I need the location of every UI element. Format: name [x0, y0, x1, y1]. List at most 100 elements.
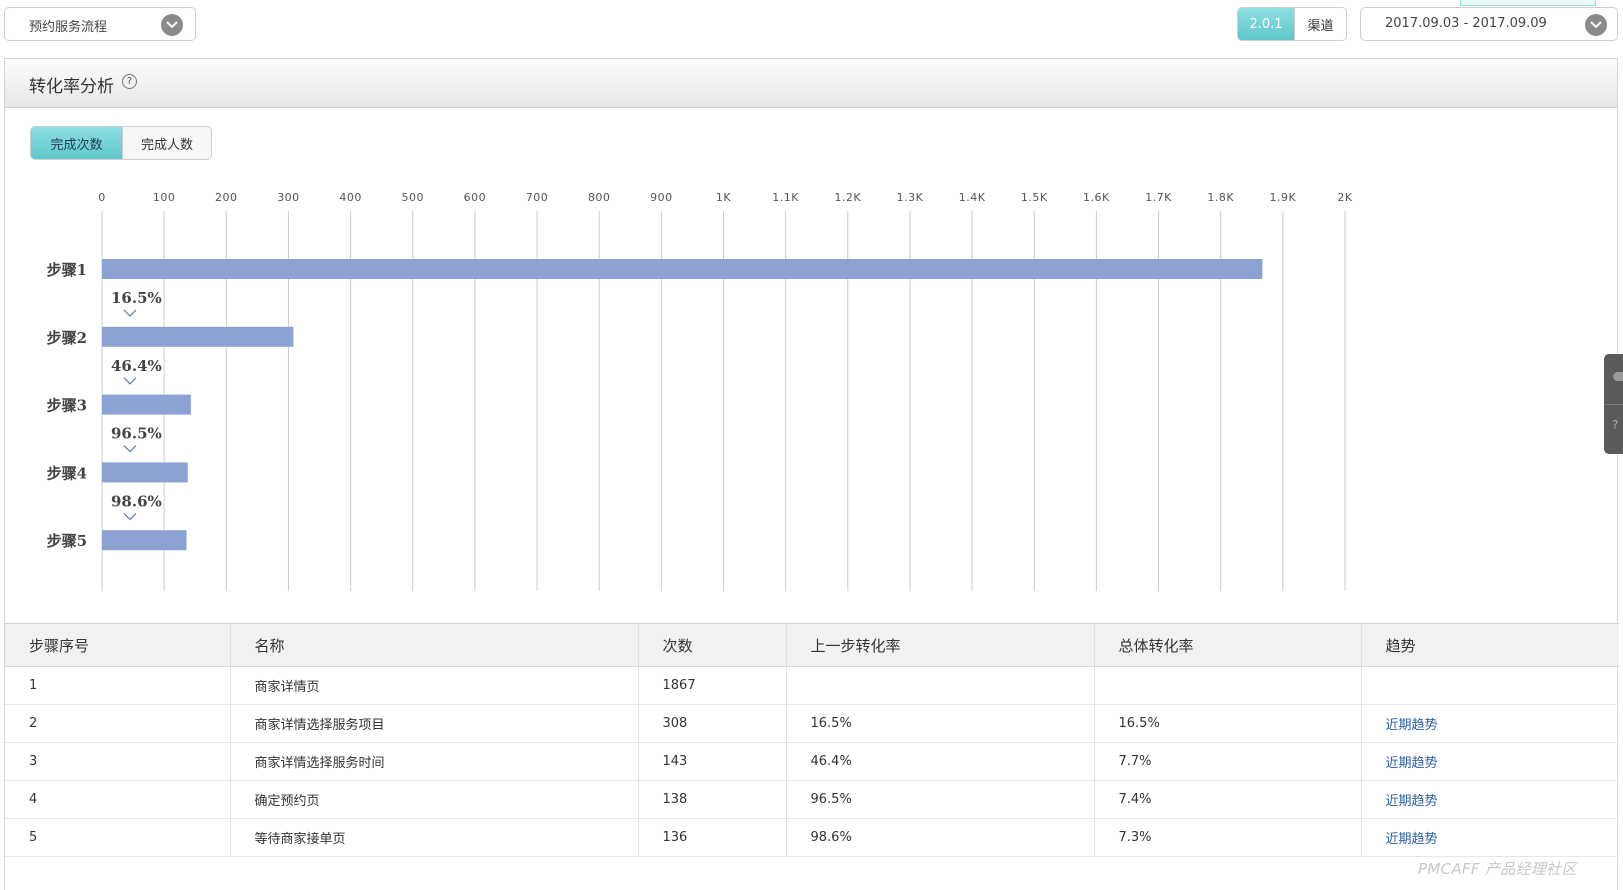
chevron-down-icon	[123, 512, 137, 521]
column-header: 步骤序号	[5, 623, 231, 667]
table-row: 5 等待商家接单页 136 98.6% 7.3% 近期趋势	[5, 818, 1619, 857]
tab-completion-count[interactable]: 完成次数	[31, 127, 122, 159]
chat-icon[interactable]	[1613, 372, 1623, 381]
y-category-label: 步骤4	[47, 464, 87, 482]
trend-link[interactable]: 近期趋势	[1361, 818, 1619, 857]
x-tick-label: 400	[339, 191, 362, 204]
trend-link[interactable]: 近期趋势	[1361, 704, 1619, 743]
bar	[102, 394, 191, 415]
table-header-row: 步骤序号 名称 次数 上一步转化率 总体转化率 趋势	[5, 623, 1619, 667]
column-header: 名称	[230, 623, 639, 667]
table-cell: 308	[638, 704, 787, 743]
table-cell: 138	[638, 780, 787, 819]
table-cell: 7.3%	[1094, 818, 1362, 857]
x-tick-label: 100	[153, 191, 176, 204]
column-header: 上一步转化率	[786, 623, 1095, 667]
help-icon[interactable]: ?	[122, 74, 137, 89]
app-root: 预约服务流程 2.0.1 渠道 2017.09.03 - 2017.09.09 …	[0, 0, 1623, 890]
table-cell: 16.5%	[786, 704, 1095, 743]
y-category-label: 步骤1	[47, 261, 87, 279]
conversion-panel: 转化率分析 ? 完成次数 完成人数 0 100 200 300 400 500 600 700…	[4, 58, 1619, 890]
x-tick-label: 1.2K	[834, 191, 861, 204]
table-body: 1 商家详情页 1867 2 商家详情选择服务项目 308 16.5% 16.5% 近期趋势 3 商…	[5, 666, 1619, 857]
table-cell	[786, 666, 1095, 705]
table-row: 2 商家详情选择服务项目 308 16.5% 16.5% 近期趋势	[5, 704, 1619, 743]
table-cell: 确定预约页	[230, 780, 639, 819]
table-cell: 143	[638, 742, 787, 781]
x-tick-label: 300	[277, 191, 300, 204]
conversion-rate-label: 16.5%	[111, 289, 162, 307]
table-cell: 7.4%	[1094, 780, 1362, 819]
conversion-rate-label: 98.6%	[111, 492, 162, 510]
column-header: 总体转化率	[1094, 623, 1362, 667]
x-tick-label: 1.1K	[772, 191, 799, 204]
table-cell: 98.6%	[786, 818, 1095, 857]
x-tick-label: 1.3K	[897, 191, 924, 204]
x-tick-label: 2K	[1337, 191, 1352, 204]
watermark: PMCAFF 产品经理社区	[1418, 860, 1577, 878]
chevron-down-icon[interactable]	[161, 14, 183, 36]
table-cell: 3	[5, 742, 231, 781]
x-tick-label: 1.5K	[1021, 191, 1048, 204]
x-tick-label: 1.8K	[1207, 191, 1234, 204]
table-cell: 4	[5, 780, 231, 819]
x-tick-label: 1.4K	[959, 191, 986, 204]
chevron-down-icon[interactable]	[1585, 14, 1607, 36]
side-widget-divider	[1604, 404, 1623, 405]
version-button[interactable]: 2.0.1	[1238, 8, 1294, 40]
tab-completion-users[interactable]: 完成人数	[122, 127, 211, 159]
steps-table-wrap: 步骤序号 名称 次数 上一步转化率 总体转化率 趋势 1 商家详情页 1867 2 商家详情选择服…	[5, 623, 1619, 857]
table-cell: 46.4%	[786, 742, 1095, 781]
help-icon[interactable]: ?	[1612, 418, 1618, 432]
x-tick-label: 1.9K	[1269, 191, 1296, 204]
top-tab[interactable]	[1460, 0, 1596, 6]
bar	[102, 259, 1263, 279]
table-cell: 136	[638, 818, 787, 857]
bar	[102, 530, 187, 551]
flow-select-label: 预约服务流程	[29, 20, 108, 35]
x-tick-label: 1K	[716, 191, 731, 204]
table-cell: 96.5%	[786, 780, 1095, 819]
table-cell: 16.5%	[1094, 704, 1362, 743]
side-widget[interactable]: ?	[1604, 354, 1623, 454]
conversion-rate-label: 96.5%	[111, 425, 162, 443]
chevron-down-icon	[123, 377, 137, 385]
y-category-label: 步骤2	[47, 329, 87, 347]
chevron-down-icon	[123, 445, 137, 453]
trend-link[interactable]: 近期趋势	[1361, 742, 1619, 781]
panel-title: 转化率分析	[29, 77, 114, 97]
x-tick-label: 1.7K	[1145, 191, 1172, 204]
flow-select[interactable]: 预约服务流程	[4, 7, 196, 41]
trend-link[interactable]: 近期趋势	[1361, 780, 1619, 819]
x-tick-label: 0	[98, 191, 106, 204]
table-cell: 商家详情选择服务项目	[230, 704, 639, 743]
table-cell: 商家详情选择服务时间	[230, 742, 639, 781]
table-cell: 7.7%	[1094, 742, 1362, 781]
table-cell	[1094, 666, 1362, 705]
table-row: 3 商家详情选择服务时间 143 46.4% 7.7% 近期趋势	[5, 742, 1619, 781]
x-tick-label: 700	[526, 191, 549, 204]
date-range-label: 2017.09.03 - 2017.09.09	[1385, 16, 1547, 31]
table-cell: 1	[5, 666, 231, 705]
version-toggle: 2.0.1 渠道	[1237, 7, 1347, 41]
table-row: 4 确定预约页 138 96.5% 7.4% 近期趋势	[5, 780, 1619, 819]
channel-button[interactable]: 渠道	[1294, 8, 1346, 40]
conversion-rate-label: 46.4%	[111, 357, 162, 375]
date-range-select[interactable]: 2017.09.03 - 2017.09.09	[1360, 7, 1618, 41]
bar	[102, 326, 294, 347]
panel-header: 转化率分析 ?	[5, 59, 1617, 108]
x-tick-label: 500	[402, 191, 425, 204]
table-cell: 2	[5, 704, 231, 743]
column-header: 趋势	[1361, 623, 1619, 667]
x-tick-label: 800	[588, 191, 611, 204]
table-cell: 商家详情页	[230, 666, 639, 705]
bar	[102, 462, 188, 483]
table-cell	[1361, 666, 1619, 705]
funnel-bar-chart: 0 100 200 300 400 500 600 700 800 900 1K 1.1K 1.2K 1.…	[47, 191, 1352, 591]
steps-table: 步骤序号 名称 次数 上一步转化率 总体转化率 趋势 1 商家详情页 1867 2 商家详情选择服…	[5, 623, 1619, 857]
mode-toggle: 完成次数 完成人数	[30, 126, 212, 160]
table-cell: 5	[5, 818, 231, 857]
x-tick-label: 200	[215, 191, 238, 204]
chevron-down-icon	[123, 309, 137, 317]
column-header: 次数	[638, 623, 787, 667]
